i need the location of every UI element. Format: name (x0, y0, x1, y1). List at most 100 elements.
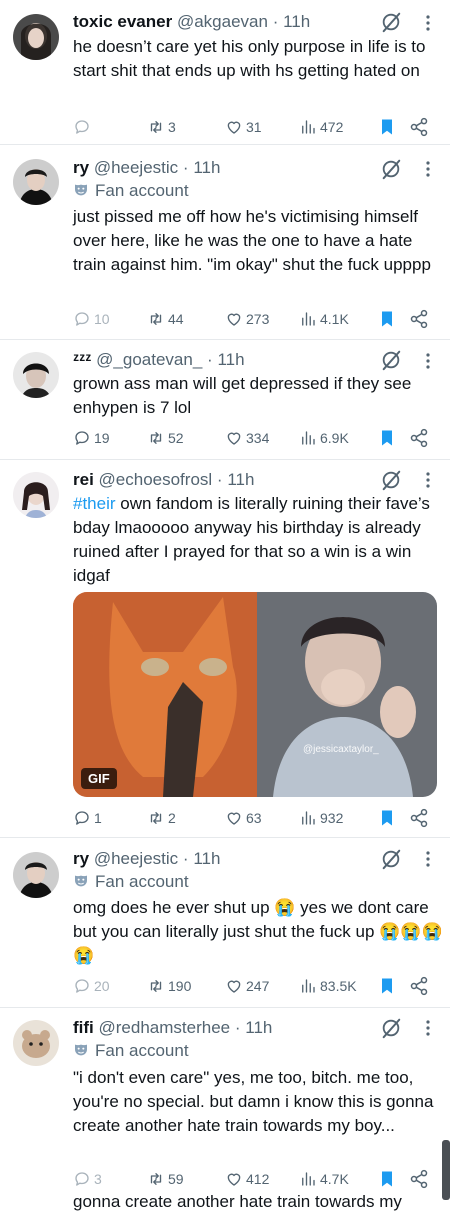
avatar[interactable] (13, 1020, 59, 1066)
fan-account-text: Fan account (95, 181, 189, 200)
bookmark-icon[interactable] (377, 975, 397, 997)
display-name[interactable]: rei (73, 470, 94, 489)
more-options-icon[interactable] (420, 12, 436, 34)
user-handle[interactable]: @heejestic (94, 849, 178, 868)
user-handle[interactable]: @_goatevan_ (96, 350, 202, 369)
reply-button[interactable]: 19 (73, 427, 110, 449)
grok-icon[interactable] (380, 848, 402, 870)
more-options-icon[interactable] (420, 469, 436, 491)
reply-button[interactable]: 1 (73, 807, 102, 829)
tweet-2[interactable]: ry @heejestic · 11h Fan account just pis… (0, 145, 450, 340)
grok-icon[interactable] (380, 349, 402, 371)
user-handle[interactable]: @akgaevan (177, 12, 268, 31)
tweet-1[interactable]: toxic evaner @akgaevan · 11h he doesn’t … (0, 0, 450, 145)
share-icon[interactable] (409, 807, 429, 829)
gif-media[interactable]: @jessicaxtaylor_ GIF (73, 592, 437, 797)
heart-icon (225, 809, 243, 827)
retweet-icon (147, 118, 165, 136)
avatar[interactable] (13, 352, 59, 398)
share-icon[interactable] (409, 427, 429, 449)
retweet-button[interactable]: 190 (147, 975, 191, 997)
grok-icon[interactable] (380, 469, 402, 491)
retweet-count: 59 (168, 1171, 184, 1187)
bookmark-icon[interactable] (377, 116, 397, 138)
timestamp[interactable]: 11h (193, 849, 220, 868)
bookmark-icon[interactable] (377, 427, 397, 449)
dot-separator: · (182, 158, 189, 177)
more-options-icon[interactable] (420, 1017, 436, 1039)
tweet-header: toxic evaner @akgaevan · 11h (73, 10, 310, 34)
reply-count: 3 (94, 1171, 102, 1187)
tweet-6[interactable]: fifi @redhamsterhee · 11h Fan account "i… (0, 1008, 450, 1200)
timestamp[interactable]: 11h (227, 470, 254, 489)
like-button[interactable]: 31 (225, 116, 262, 138)
timestamp[interactable]: 11h (193, 158, 220, 177)
bookmark-icon[interactable] (377, 1168, 397, 1190)
timestamp[interactable]: 11h (217, 350, 244, 369)
like-button[interactable]: 273 (225, 308, 269, 330)
display-name[interactable]: ᶻᶻᶻ (73, 350, 91, 369)
grok-icon[interactable] (380, 11, 402, 33)
avatar[interactable] (13, 472, 59, 518)
gif-frames (73, 592, 437, 797)
view-count: 472 (320, 119, 344, 135)
dot-separator: · (207, 350, 213, 369)
display-name[interactable]: ry (73, 158, 89, 177)
retweet-button[interactable]: 3 (147, 116, 176, 138)
bookmark-icon[interactable] (377, 807, 397, 829)
bookmark-icon[interactable] (377, 308, 397, 330)
more-options-icon[interactable] (420, 848, 436, 870)
views-button[interactable]: 4.7K (299, 1168, 349, 1190)
reply-icon (73, 977, 91, 995)
tweet-4[interactable]: rei @echoesofrosl · 11h #their own fando… (0, 460, 450, 838)
view-count: 932 (320, 810, 344, 826)
display-name[interactable]: ry (73, 849, 89, 868)
share-icon[interactable] (409, 116, 429, 138)
views-button[interactable]: 472 (299, 116, 343, 138)
retweet-button[interactable]: 2 (147, 807, 176, 829)
avatar[interactable] (13, 159, 59, 205)
like-count: 31 (246, 119, 262, 135)
share-icon[interactable] (409, 975, 429, 997)
dot-separator: · (182, 849, 189, 868)
user-handle[interactable]: @redhamsterhee (99, 1018, 231, 1037)
scrollbar[interactable] (442, 1140, 450, 1200)
like-button[interactable]: 334 (225, 427, 269, 449)
more-options-icon[interactable] (420, 350, 436, 372)
retweet-icon (147, 429, 165, 447)
share-icon[interactable] (409, 308, 429, 330)
grok-icon[interactable] (380, 158, 402, 180)
like-button[interactable]: 63 (225, 807, 262, 829)
views-button[interactable]: 932 (299, 807, 343, 829)
user-handle[interactable]: @echoesofrosl (99, 470, 213, 489)
reply-button[interactable] (73, 116, 94, 138)
tweet-5[interactable]: ry @heejestic · 11h Fan account omg does… (0, 838, 450, 1008)
views-button[interactable]: 4.1K (299, 308, 349, 330)
timestamp[interactable]: 11h (283, 12, 310, 31)
views-button[interactable]: 6.9K (299, 427, 349, 449)
views-button[interactable]: 83.5K (299, 975, 357, 997)
avatar[interactable] (13, 14, 59, 60)
tweet-3[interactable]: ᶻᶻᶻ @_goatevan_ · 11h grown ass man will… (0, 340, 450, 460)
like-button[interactable]: 247 (225, 975, 269, 997)
reply-icon (73, 1170, 91, 1188)
retweet-button[interactable]: 44 (147, 308, 184, 330)
fan-account-label: Fan account (73, 1039, 189, 1063)
display-name[interactable]: fifi (73, 1018, 94, 1037)
reply-button[interactable]: 10 (73, 308, 110, 330)
user-handle[interactable]: @heejestic (94, 158, 178, 177)
like-button[interactable]: 412 (225, 1168, 269, 1190)
hashtag-link[interactable]: #their (73, 494, 116, 513)
retweet-button[interactable]: 52 (147, 427, 184, 449)
display-name[interactable]: toxic evaner (73, 12, 172, 31)
grok-icon[interactable] (380, 1017, 402, 1039)
bar-chart-icon (299, 977, 317, 995)
timestamp[interactable]: 11h (245, 1018, 272, 1037)
reply-button[interactable]: 20 (73, 975, 110, 997)
share-icon[interactable] (409, 1168, 429, 1190)
more-options-icon[interactable] (420, 158, 436, 180)
retweet-button[interactable]: 59 (147, 1168, 184, 1190)
heart-icon (225, 118, 243, 136)
avatar[interactable] (13, 852, 59, 898)
reply-button[interactable]: 3 (73, 1168, 102, 1190)
